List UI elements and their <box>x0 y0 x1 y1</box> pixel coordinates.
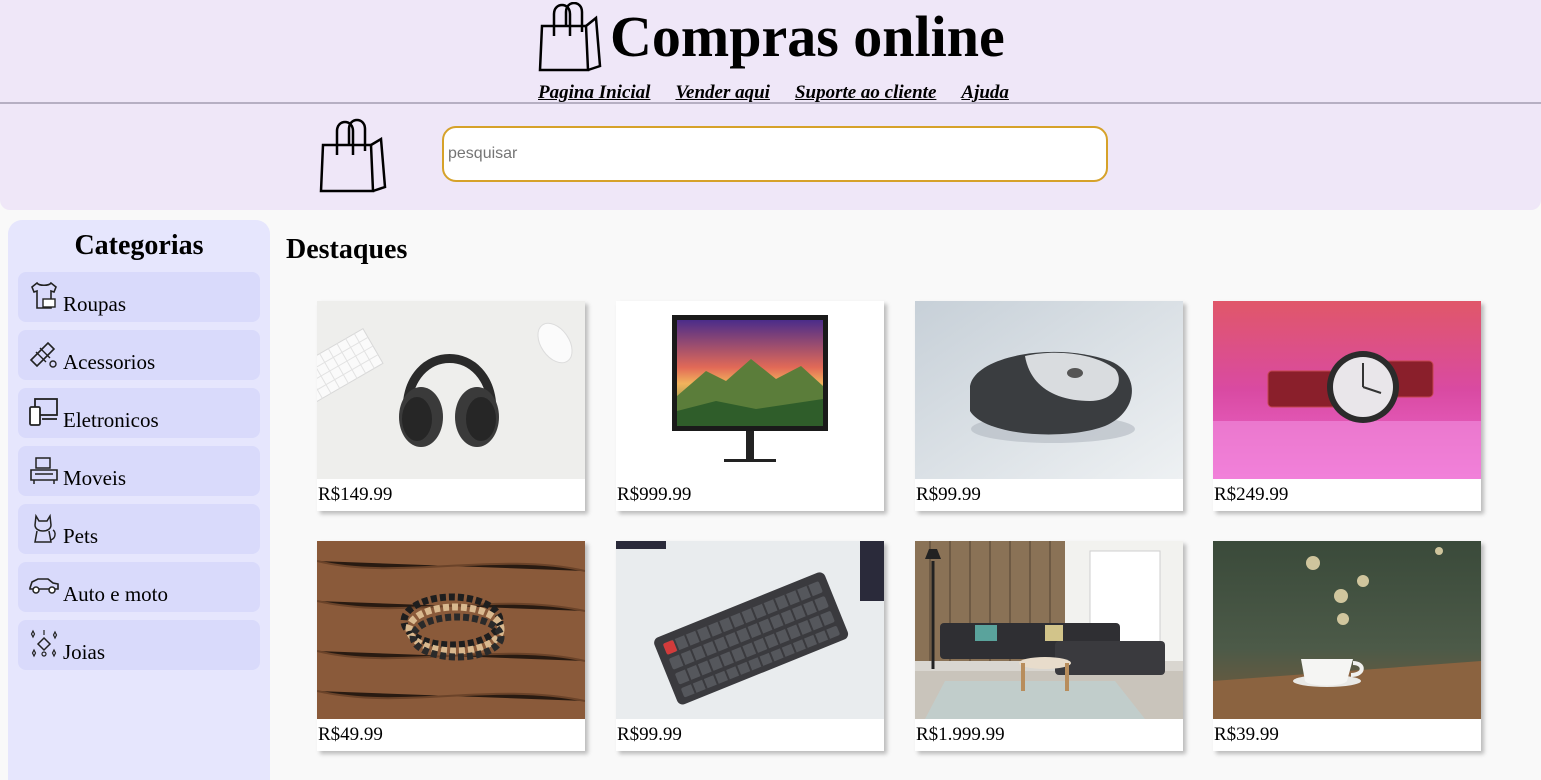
site-title: Compras online <box>610 4 1005 69</box>
product-price: R$39.99 <box>1214 724 1279 745</box>
category-pets[interactable]: Pets <box>18 504 260 554</box>
sidebar-title: Categorias <box>74 230 204 261</box>
featured-title: Destaques <box>286 234 408 265</box>
product-price: R$1.999.99 <box>916 724 1005 745</box>
product-price: R$49.99 <box>318 724 383 745</box>
category-joias[interactable]: Joias <box>18 620 260 670</box>
nav-link-home[interactable]: Pagina Inicial <box>538 82 650 104</box>
product-card[interactable]: R$1.999.99 <box>915 541 1183 751</box>
category-label: Eletronicos <box>63 408 159 432</box>
nav-link-sell[interactable]: Vender aqui <box>675 82 770 104</box>
product-image-mouse <box>915 301 1183 479</box>
nav-link-help[interactable]: Ajuda <box>961 82 1009 104</box>
category-label: Auto e moto <box>63 582 168 606</box>
product-card[interactable]: R$249.99 <box>1213 301 1481 511</box>
product-card[interactable]: R$99.99 <box>915 301 1183 511</box>
devices-icon <box>29 398 58 426</box>
product-card[interactable]: R$149.99 <box>317 301 585 511</box>
product-card[interactable]: R$99.99 <box>616 541 884 751</box>
category-moveis[interactable]: Moveis <box>18 446 260 496</box>
header-divider <box>0 102 1541 104</box>
categories-sidebar: Categorias Roupas Acessorios Eletronicos… <box>8 220 270 780</box>
product-image-headphones <box>317 301 585 479</box>
product-card[interactable]: R$999.99 <box>616 301 884 511</box>
cat-icon <box>34 513 56 543</box>
category-label: Joias <box>63 640 105 664</box>
product-image-wristwatch <box>1213 301 1481 479</box>
category-label: Moveis <box>63 466 126 490</box>
search-input[interactable] <box>442 126 1108 182</box>
product-image-sofa <box>915 541 1183 719</box>
category-label: Roupas <box>63 292 126 316</box>
jewel-icon <box>30 629 58 658</box>
category-label: Pets <box>63 524 99 548</box>
furniture-icon <box>30 457 58 484</box>
product-price: R$249.99 <box>1214 484 1289 505</box>
category-acessorios[interactable]: Acessorios <box>18 330 260 380</box>
site-header: Compras online Pagina Inicial Vender aqu… <box>0 0 1541 210</box>
shopping-bag-icon <box>538 2 602 72</box>
product-price: R$149.99 <box>318 484 393 505</box>
product-image-monitor <box>616 301 884 479</box>
category-label: Acessorios <box>63 350 156 374</box>
category-roupas[interactable]: Roupas <box>18 272 260 322</box>
product-price: R$99.99 <box>916 484 981 505</box>
product-price: R$999.99 <box>617 484 692 505</box>
shirt-icon <box>31 281 57 309</box>
product-image-coffee-cup <box>1213 541 1481 719</box>
top-nav: Pagina Inicial Vender aqui Suporte ao cl… <box>538 82 1009 104</box>
product-card[interactable]: R$49.99 <box>317 541 585 751</box>
shopping-bag-icon <box>319 118 387 193</box>
product-image-bracelets <box>317 541 585 719</box>
product-image-keyboard <box>616 541 884 719</box>
product-price: R$99.99 <box>617 724 682 745</box>
category-auto-moto[interactable]: Auto e moto <box>18 562 260 612</box>
category-eletronicos[interactable]: Eletronicos <box>18 388 260 438</box>
nav-link-support[interactable]: Suporte ao cliente <box>795 82 936 104</box>
car-icon <box>29 578 59 594</box>
product-card[interactable]: R$39.99 <box>1213 541 1481 751</box>
brand: Compras online <box>538 2 1005 72</box>
accessories-icon <box>29 341 57 368</box>
